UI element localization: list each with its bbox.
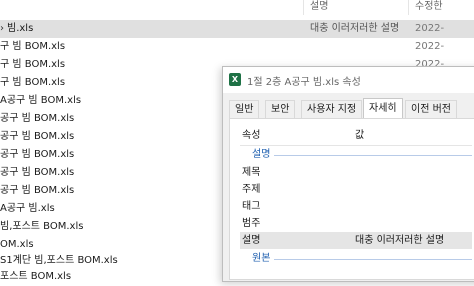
file-description: 대충 이러저러한 설명 (310, 23, 400, 34)
file-name: 포스트 BOM.xls (0, 271, 72, 282)
column-separator[interactable] (408, 0, 409, 15)
dialog-titlebar[interactable]: X 1절 2층 A공구 빔.xls 속성 (223, 67, 474, 93)
file-name: 공구 빔 BOM.xls (0, 131, 75, 142)
group-divider (252, 155, 472, 156)
group-origin: 원본 (240, 251, 472, 267)
file-name: 공구 빔 BOM.xls (0, 149, 75, 160)
property-name: 태그 (242, 201, 261, 212)
property-name: 범주 (242, 218, 261, 229)
property-name: 주제 (242, 184, 261, 195)
file-name: A공구 빔.xls (0, 203, 55, 214)
group-divider (252, 259, 472, 260)
file-name: 공구 빔 BOM.xls (0, 167, 75, 178)
column-header-modified[interactable]: 수정한 (415, 0, 443, 12)
tab-security[interactable]: 보안 (265, 100, 296, 118)
file-name: 구 빔 BOM.xls (0, 59, 66, 70)
excel-icon: X (229, 73, 241, 86)
property-row-title[interactable]: 제목 (240, 164, 472, 181)
file-name: 공구 빔 BOM.xls (0, 113, 75, 124)
tab-custom[interactable]: 사용자 지정 (301, 100, 363, 118)
header-property[interactable]: 속성 (242, 127, 260, 145)
file-row[interactable]: 구 빔 BOM.xls 2022- (0, 38, 474, 56)
property-table-header: 속성 값 (240, 127, 472, 146)
column-header-description[interactable]: 설명 (310, 0, 328, 12)
group-description: 설명 (240, 147, 472, 163)
details-panel: 속성 값 설명 제목 주제 태그 범주 설명 대충 이러저러한 설명 원본 (229, 118, 474, 280)
property-name: 설명 (242, 235, 261, 246)
property-row-tags[interactable]: 태그 (240, 198, 472, 215)
file-row[interactable]: › 빔.xls 대충 이러저러한 설명 2022- (0, 20, 474, 38)
property-value[interactable]: 대충 이러저러한 설명 (355, 232, 444, 249)
column-header: 설명 수정한 (0, 0, 474, 15)
file-name: › 빔.xls (0, 23, 34, 34)
file-name: 구 빔 BOM.xls (0, 41, 66, 52)
column-separator[interactable] (303, 0, 304, 15)
file-name: 공구 빔 BOM.xls (0, 185, 75, 196)
properties-dialog: X 1절 2층 A공구 빔.xls 속성 일반 보안 사용자 지정 자세히 이전… (222, 66, 474, 282)
property-row-subject[interactable]: 주제 (240, 181, 472, 198)
file-date: 2022- (415, 23, 445, 34)
file-name: 빔,포스트 BOM.xls (0, 221, 84, 232)
dialog-title: 1절 2층 A공구 빔.xls 속성 (247, 77, 361, 88)
property-name: 제목 (242, 167, 261, 178)
group-label: 원본 (252, 251, 275, 267)
property-row-category[interactable]: 범주 (240, 215, 472, 232)
property-row-comments[interactable]: 설명 대충 이러저러한 설명 (240, 232, 472, 249)
file-name: A공구 빔 BOM.xls (0, 95, 82, 106)
expand-arrow-icon[interactable]: › (0, 23, 4, 34)
tab-previous-versions[interactable]: 이전 버전 (405, 100, 457, 118)
header-value[interactable]: 값 (355, 127, 364, 145)
file-name: 구 빔 BOM.xls (0, 77, 66, 88)
file-date: 2022- (415, 41, 445, 52)
tab-general[interactable]: 일반 (229, 100, 260, 118)
group-label: 설명 (252, 147, 275, 163)
tab-details[interactable]: 자세히 (363, 98, 403, 119)
